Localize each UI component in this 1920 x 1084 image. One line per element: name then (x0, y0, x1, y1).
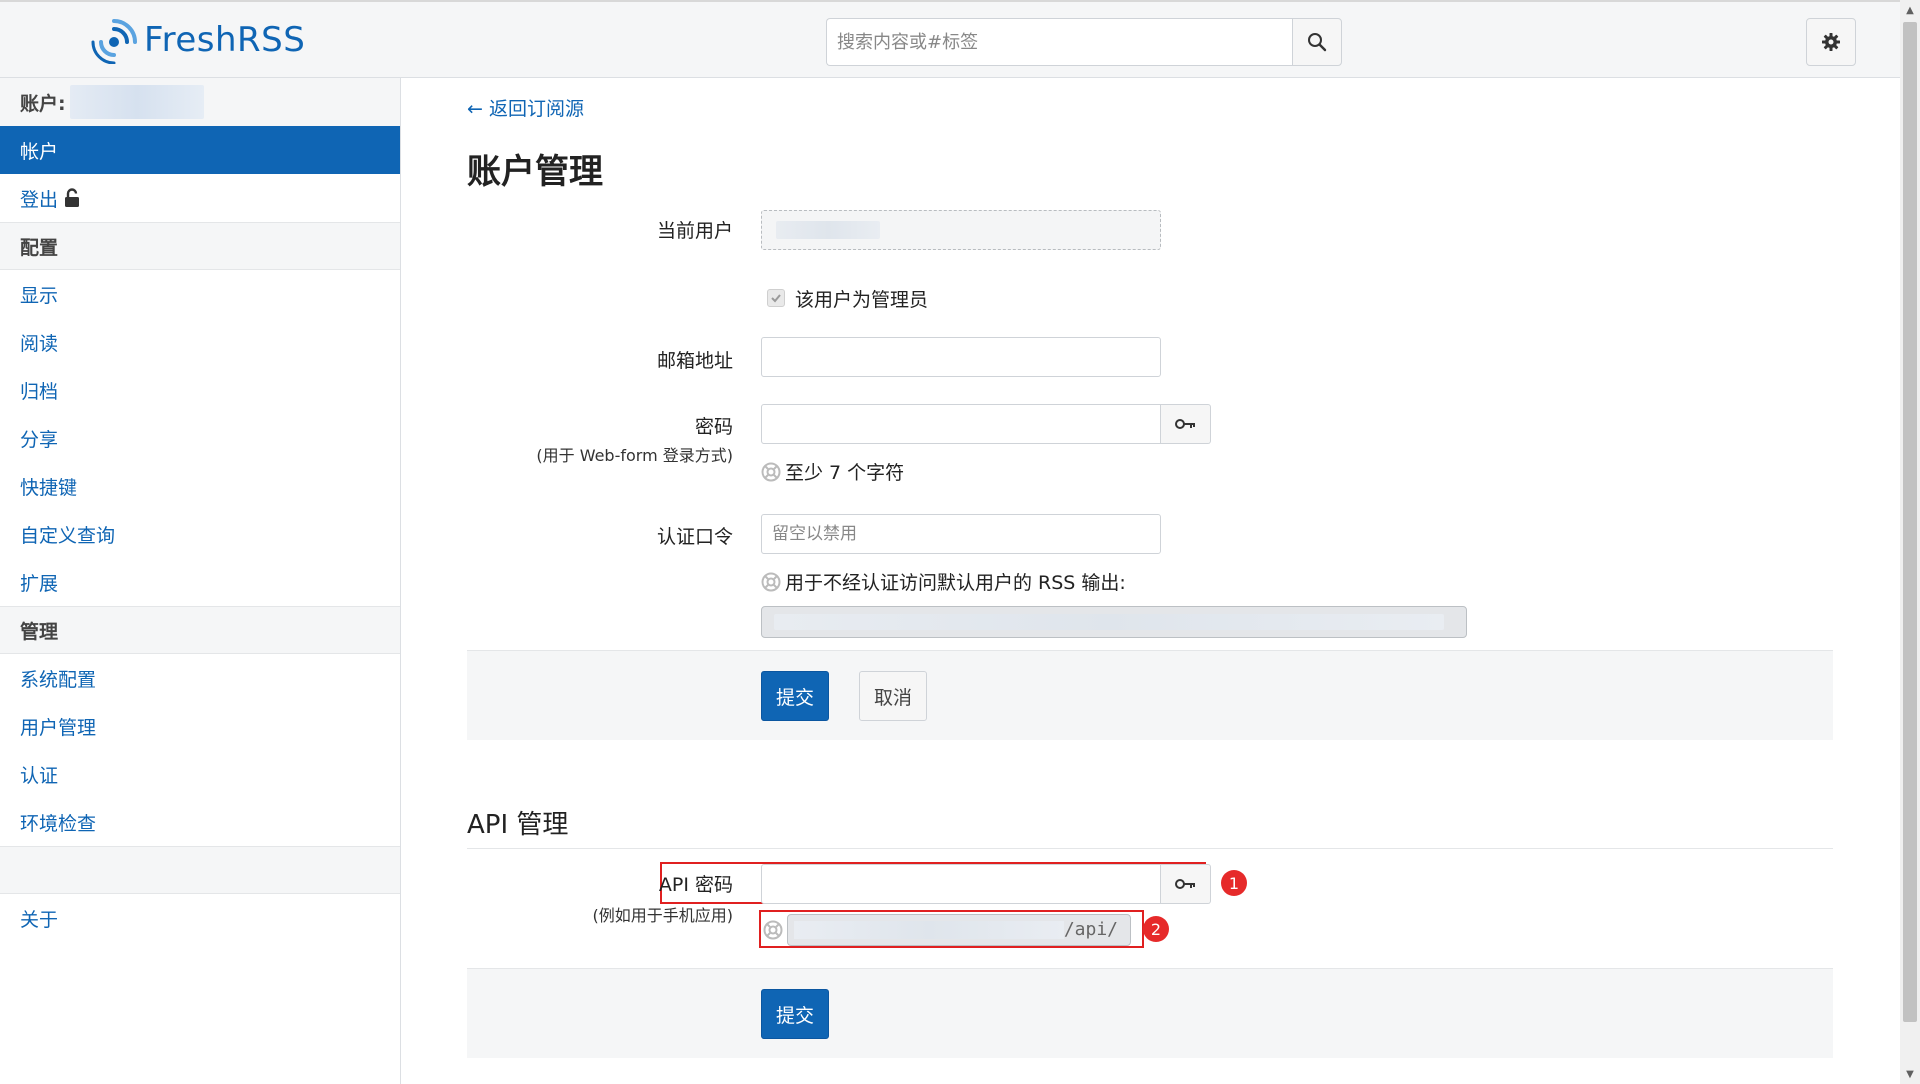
sidebar-category: 配置 (0, 222, 400, 270)
sidebar-item[interactable]: 归档 (0, 366, 400, 414)
current-user-field (761, 210, 1161, 250)
sidebar-item-label: 自定义查询 (20, 524, 116, 547)
api-url-field[interactable]: /api/ (787, 914, 1131, 946)
current-user-label: 当前用户 (656, 220, 733, 242)
api-url-suffix: /api/ (1063, 919, 1118, 940)
sidebar-item[interactable]: 环境检查 (0, 798, 400, 846)
sidebar-spacer (0, 846, 400, 894)
sidebar-item[interactable]: 阅读 (0, 318, 400, 366)
api-url-redacted (794, 921, 1064, 939)
sidebar-item[interactable]: 显示 (0, 270, 400, 318)
api-submit-button[interactable]: 提交 (761, 989, 829, 1039)
account-name-redacted (69, 85, 204, 119)
sidebar-item[interactable]: 认证 (0, 750, 400, 798)
scroll-thumb[interactable] (1903, 22, 1917, 1022)
sidebar-item-label: 环境检查 (20, 812, 97, 835)
page-title: 账户管理 (467, 152, 603, 192)
app-logo[interactable]: FreshRSS (90, 16, 305, 64)
key-icon (1174, 879, 1195, 889)
email-label: 邮箱地址 (656, 350, 733, 372)
password-field-wrapper (761, 404, 1161, 444)
lock-icon (64, 188, 80, 208)
api-password-field[interactable] (762, 865, 1160, 903)
account-label: 账户: (20, 92, 66, 115)
help-icon (761, 462, 781, 482)
api-password-field-wrapper (761, 864, 1161, 904)
email-field[interactable] (762, 338, 1160, 376)
form-actions: 提交 取消 (467, 650, 1833, 740)
sidebar-item[interactable]: 帐户 (0, 126, 400, 174)
token-hint-text: 用于不经认证访问默认用户的 RSS 输出: (785, 572, 1126, 594)
api-section-title: API 管理 (467, 810, 569, 840)
gear-icon (1822, 33, 1840, 51)
sidebar-item-label: 阅读 (20, 332, 59, 355)
sidebar-item-label: 显示 (20, 284, 59, 307)
sidebar-item-label: 扩展 (20, 572, 59, 595)
sidebar-item[interactable]: 自定义查询 (0, 510, 400, 558)
api-password-label: API 密码 (658, 874, 733, 896)
password-sublabel: (用于 Web-form 登录方式) (536, 446, 733, 465)
top-header: FreshRSS (0, 0, 1900, 78)
sidebar-item[interactable]: 扩展 (0, 558, 400, 606)
logo-text: FreshRSS (144, 20, 306, 60)
annotation-badge-1: 1 (1221, 870, 1247, 896)
sidebar-item[interactable]: 用户管理 (0, 702, 400, 750)
sidebar-account-header: 账户: (0, 78, 400, 126)
annotation-badge-2: 2 (1143, 916, 1169, 942)
freshrss-logo-icon (91, 19, 137, 64)
check-icon (771, 294, 781, 303)
submit-button[interactable]: 提交 (761, 671, 829, 721)
sidebar-item-label: 帐户 (20, 140, 59, 163)
sidebar-item[interactable]: 登出 (0, 174, 400, 222)
sidebar-item-label: 快捷键 (20, 476, 78, 499)
help-icon (761, 572, 781, 592)
rss-output-url-field[interactable] (761, 606, 1467, 638)
sidebar: 账户: 帐户登出配置显示阅读归档分享快捷键自定义查询扩展管理系统配置用户管理认证… (0, 78, 401, 1084)
scroll-down-arrow-icon[interactable]: ▼ (1900, 1064, 1920, 1084)
help-icon (763, 920, 783, 940)
search-input[interactable] (826, 18, 1292, 66)
admin-checkbox-label: 该用户为管理员 (795, 289, 929, 311)
api-section-divider (467, 848, 1833, 849)
sidebar-item-label: 归档 (20, 380, 59, 403)
api-form-actions: 提交 (467, 968, 1833, 1058)
token-field-wrapper (761, 514, 1161, 554)
token-hint: 用于不经认证访问默认用户的 RSS 输出: (761, 568, 1126, 595)
back-to-feeds-link[interactable]: ← 返回订阅源 (467, 94, 584, 121)
sidebar-item-label: 认证 (20, 764, 59, 787)
sidebar-item-label: 系统配置 (20, 668, 97, 691)
search-icon (1308, 33, 1327, 52)
show-api-password-button[interactable] (1161, 864, 1211, 904)
sidebar-category: 管理 (0, 606, 400, 654)
page-scrollbar[interactable]: ▲ ▼ (1900, 0, 1920, 1084)
sidebar-nav: 帐户登出配置显示阅读归档分享快捷键自定义查询扩展管理系统配置用户管理认证环境检查… (0, 126, 400, 942)
sidebar-item[interactable]: 快捷键 (0, 462, 400, 510)
token-field[interactable] (762, 515, 1160, 553)
password-label: 密码 (694, 416, 733, 438)
show-password-button[interactable] (1161, 404, 1211, 444)
search-bar (826, 18, 1342, 66)
sidebar-item[interactable]: 分享 (0, 414, 400, 462)
search-button[interactable] (1292, 18, 1342, 66)
rss-url-redacted (774, 614, 1444, 630)
sidebar-item[interactable]: 关于 (0, 894, 400, 942)
password-hint-text: 至少 7 个字符 (785, 462, 905, 484)
admin-checkbox[interactable] (767, 289, 785, 307)
key-icon (1174, 419, 1195, 429)
email-field-wrapper (761, 337, 1161, 377)
cancel-button[interactable]: 取消 (859, 671, 927, 721)
settings-button[interactable] (1806, 18, 1856, 66)
scroll-up-arrow-icon[interactable]: ▲ (1900, 0, 1920, 20)
password-field[interactable] (762, 405, 1160, 443)
sidebar-item-label: 关于 (20, 908, 59, 931)
sidebar-item-label: 登出 (20, 188, 59, 211)
sidebar-item[interactable]: 系统配置 (0, 654, 400, 702)
api-password-sublabel: (例如用于手机应用) (592, 906, 734, 925)
sidebar-item-label: 分享 (20, 428, 59, 451)
current-user-redacted (776, 221, 880, 239)
sidebar-item-label: 用户管理 (20, 716, 97, 739)
password-hint: 至少 7 个字符 (761, 458, 904, 485)
token-label: 认证口令 (656, 526, 733, 548)
